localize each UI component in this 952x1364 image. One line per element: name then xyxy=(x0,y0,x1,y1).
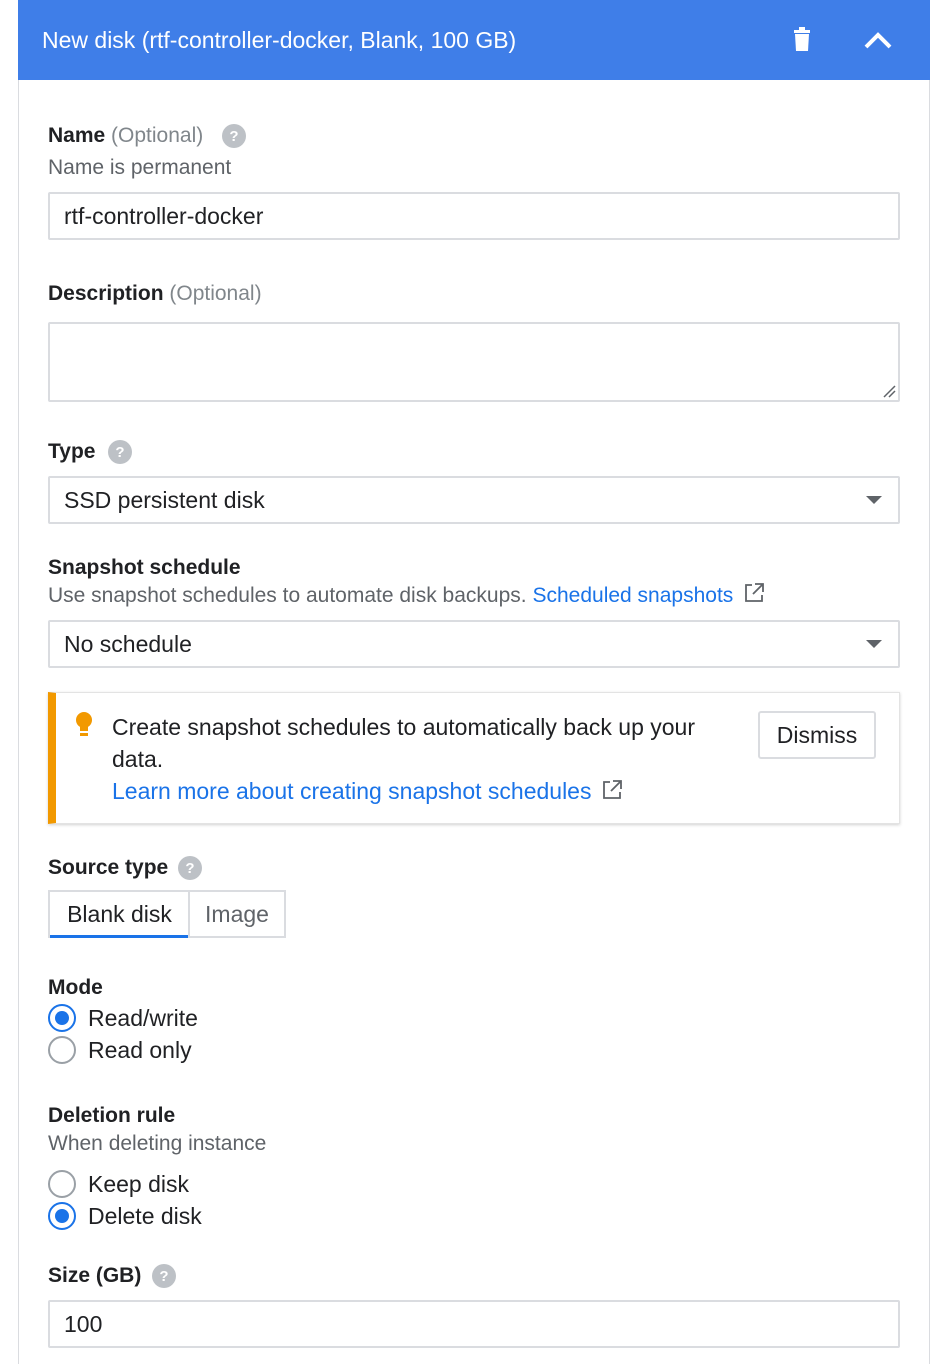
mode-label: Mode xyxy=(48,976,103,999)
mode-option-label: Read only xyxy=(88,1037,192,1063)
snapshot-schedule-select[interactable]: No schedule xyxy=(48,620,900,668)
dropdown-caret-icon xyxy=(866,640,882,648)
banner-learn-more: Learn more about creating snapshot sched… xyxy=(112,775,623,807)
help-icon[interactable]: ? xyxy=(108,440,132,464)
radio-button-checked[interactable] xyxy=(48,1004,76,1032)
name-permanent-note: Name is permanent xyxy=(48,156,232,179)
learn-more-link[interactable]: Learn more about creating snapshot sched… xyxy=(112,778,591,804)
chevron-up-icon xyxy=(864,32,892,49)
collapse-button[interactable] xyxy=(858,20,898,60)
snapshot-schedule-hint: Use snapshot schedules to automate disk … xyxy=(48,582,765,610)
help-icon[interactable]: ? xyxy=(222,124,246,148)
help-icon[interactable]: ? xyxy=(178,856,202,880)
help-icon[interactable]: ? xyxy=(152,1264,176,1288)
svg-text:?: ? xyxy=(115,444,124,461)
dismiss-button[interactable]: Dismiss xyxy=(758,711,876,759)
type-selected-value: SSD persistent disk xyxy=(64,487,265,513)
banner-text: Create snapshot schedules to automatical… xyxy=(112,714,695,772)
description-label: Description (Optional) xyxy=(48,282,262,305)
name-optional: (Optional) xyxy=(111,124,204,147)
source-type-label: Source type xyxy=(48,856,169,879)
name-label: Name (Optional) xyxy=(48,124,204,147)
deletion-option-label: Delete disk xyxy=(88,1203,202,1229)
svg-text:?: ? xyxy=(159,1268,168,1285)
delete-disk-button[interactable] xyxy=(782,20,822,60)
description-textarea[interactable] xyxy=(48,322,900,402)
snapshot-schedule-selected-value: No schedule xyxy=(64,631,192,657)
resize-grip-icon[interactable] xyxy=(880,382,896,398)
dropdown-caret-icon xyxy=(866,496,882,504)
snapshot-tip-banner: Create snapshot schedules to automatical… xyxy=(48,692,900,824)
scheduled-snapshots-link[interactable]: Scheduled snapshots xyxy=(532,584,733,607)
deletion-rule-label: Deletion rule xyxy=(48,1104,176,1127)
panel-title: New disk (rtf-controller-docker, Blank, … xyxy=(42,27,517,53)
radio-button-unchecked[interactable] xyxy=(48,1036,76,1064)
external-link-icon xyxy=(603,780,623,799)
radio-button-checked[interactable] xyxy=(48,1202,76,1230)
radio-button-unchecked[interactable] xyxy=(48,1170,76,1198)
type-select[interactable]: SSD persistent disk xyxy=(48,476,900,524)
lightbulb-icon xyxy=(76,712,92,736)
snapshot-schedule-label: Snapshot schedule xyxy=(48,556,241,579)
source-type-blank-disk-tab[interactable]: Blank disk xyxy=(48,890,190,938)
external-link-icon xyxy=(745,583,765,602)
svg-text:?: ? xyxy=(185,860,194,877)
svg-text:?: ? xyxy=(229,128,238,145)
description-optional: (Optional) xyxy=(169,282,262,305)
trash-icon xyxy=(794,27,810,51)
source-type-image-tab[interactable]: Image xyxy=(188,890,286,938)
deletion-rule-hint: When deleting instance xyxy=(48,1132,267,1155)
size-label: Size (GB) xyxy=(48,1264,142,1287)
name-input[interactable]: rtf-controller-docker xyxy=(48,192,900,240)
type-label: Type xyxy=(48,440,96,463)
size-input[interactable]: 100 xyxy=(48,1300,900,1348)
deletion-option-label: Keep disk xyxy=(88,1171,190,1197)
mode-option-label: Read/write xyxy=(88,1005,198,1031)
panel-header[interactable]: New disk (rtf-controller-docker, Blank, … xyxy=(18,0,930,80)
